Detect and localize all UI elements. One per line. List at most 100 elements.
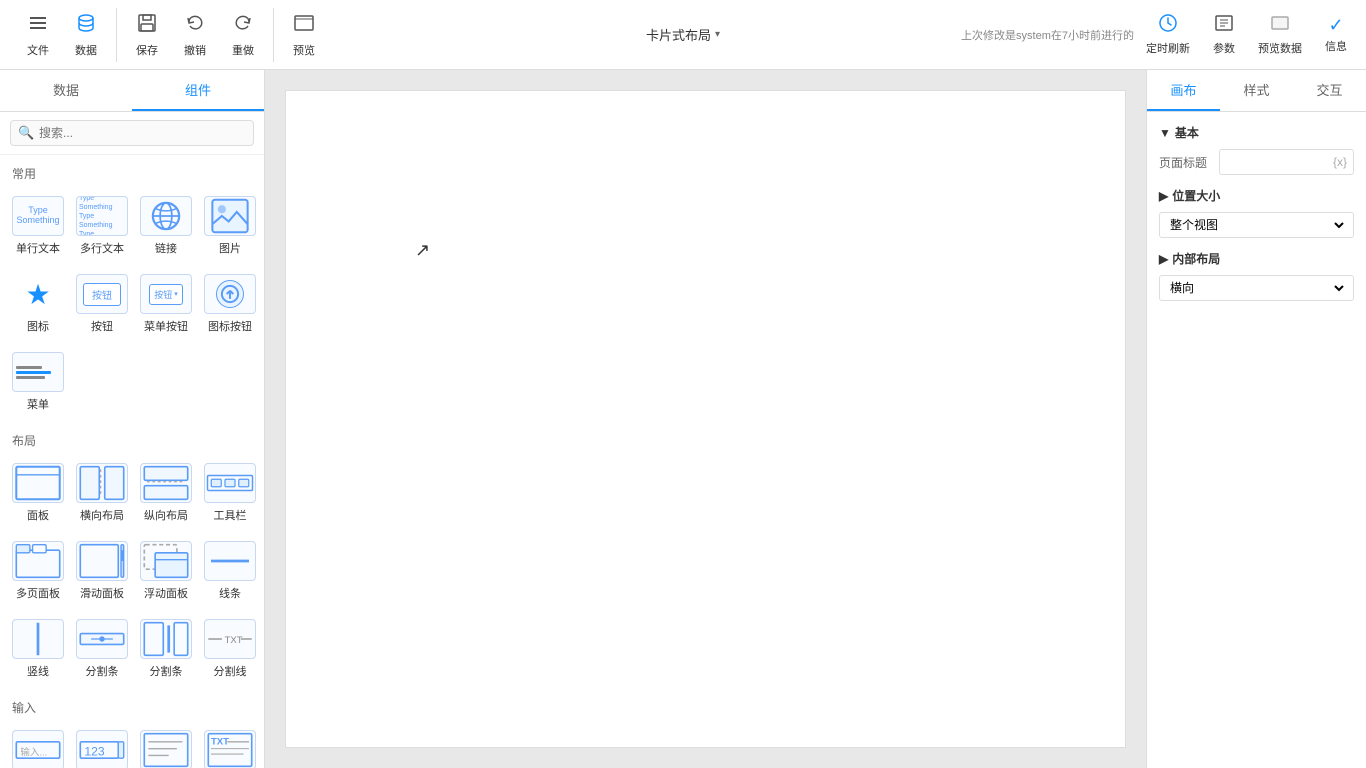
multi-panel-icon [12, 541, 64, 581]
preview-data-button[interactable]: 预览数据 [1250, 9, 1310, 60]
redo-button[interactable]: 重做 [221, 8, 265, 62]
page-title-value[interactable]: {x} [1219, 149, 1354, 175]
float-panel-icon [140, 541, 192, 581]
comp-multi-panel[interactable]: 多页面板 [8, 533, 68, 607]
split-bar-icon [76, 619, 128, 659]
comp-image[interactable]: 图片 [200, 188, 260, 262]
page-title[interactable]: 卡片式布局 ▾ [646, 25, 720, 44]
comp-multiline-input[interactable]: 多行输入 [136, 722, 196, 768]
comp-vline[interactable]: 竖线 [8, 611, 68, 685]
canvas-inner[interactable] [285, 90, 1126, 748]
section-basic-title[interactable]: ▼ 基本 [1159, 124, 1354, 141]
undo-icon [184, 12, 206, 40]
section-inner-layout-title[interactable]: ▶ 内部布局 [1159, 250, 1354, 267]
layout-grid: 面板 横向布局 [8, 455, 256, 607]
comp-multi-text[interactable]: A Type Something Type Something Type Som… [72, 188, 132, 262]
comp-icon[interactable]: ★ 图标 [8, 266, 68, 340]
comp-split-line[interactable]: TXT 分割线 [200, 611, 260, 685]
params-button[interactable]: 参数 [1202, 9, 1246, 60]
comp-h-layout[interactable]: 横向布局 [72, 455, 132, 529]
section-position: ▶ 位置大小 整个视图 固定大小 自适应 [1159, 187, 1354, 238]
comp-label-split-strip: 分割条 [150, 663, 183, 679]
inner-layout-select-wrapper[interactable]: 横向 纵向 自由 [1159, 275, 1354, 301]
comp-label-float-panel: 浮动面板 [144, 585, 188, 601]
info-button[interactable]: ✓ 信息 [1314, 11, 1358, 58]
comp-float-panel[interactable]: 浮动面板 [136, 533, 196, 607]
file-icon [27, 12, 49, 40]
comp-label-scroll-panel: 滑动面板 [80, 585, 124, 601]
link-icon [140, 196, 192, 236]
multiline-input-icon [140, 730, 192, 768]
prop-row-page-title: 页面标题 {x} [1159, 149, 1354, 175]
position-select-wrapper[interactable]: 整个视图 固定大小 自适应 [1159, 212, 1354, 238]
comp-v-layout[interactable]: 纵向布局 [136, 455, 196, 529]
section-title-input: 输入 [8, 689, 256, 722]
main-layout: 数据 组件 🔍 常用 Type Something 单行文本 [0, 70, 1366, 768]
menu-button-icon: 按钮 ▾ [140, 274, 192, 314]
tab-interaction[interactable]: 交互 [1293, 70, 1366, 111]
comp-text-input[interactable]: 输入... 文本输入 [8, 722, 68, 768]
comp-richtext-input[interactable]: TXT 富文本输 [200, 722, 260, 768]
page-title-icon: {x} [1333, 155, 1347, 169]
section-basic-label: 基本 [1175, 124, 1199, 141]
tab-canvas[interactable]: 画布 [1147, 70, 1220, 111]
auto-refresh-button[interactable]: 定时刷新 [1138, 9, 1198, 60]
search-input[interactable] [10, 120, 254, 146]
image-icon [204, 196, 256, 236]
richtext-input-icon: TXT [204, 730, 256, 768]
file-button[interactable]: 文件 [16, 8, 60, 62]
right-panel: 画布 样式 交互 ▼ 基本 页面标题 {x} [1146, 70, 1366, 768]
comp-menu[interactable]: 菜单 [8, 344, 68, 418]
single-text-icon: Type Something [12, 196, 64, 236]
icon-star-icon: ★ [12, 274, 64, 314]
undo-button[interactable]: 撤销 [173, 8, 217, 62]
toolbar-save-group: 保存 撤销 重做 [116, 8, 273, 62]
svg-text:输入...: 输入... [20, 746, 47, 758]
split-line-icon: TXT [204, 619, 256, 659]
section-basic-triangle: ▼ [1159, 126, 1171, 140]
tab-components[interactable]: 组件 [132, 70, 264, 111]
components-list: 常用 Type Something 单行文本 A Type Something [0, 155, 264, 768]
comp-icon-button[interactable]: 图标按钮 [200, 266, 260, 340]
scroll-panel-icon [76, 541, 128, 581]
h-layout-icon [76, 463, 128, 503]
comp-number-input[interactable]: 123 数值输入 [72, 722, 132, 768]
prop-row-position: 整个视图 固定大小 自适应 [1159, 212, 1354, 238]
comp-split-bar[interactable]: 分割条 [72, 611, 132, 685]
comp-label-menu: 菜单 [27, 396, 49, 412]
section-position-title[interactable]: ▶ 位置大小 [1159, 187, 1354, 204]
comp-label-vline: 竖线 [27, 663, 49, 679]
comp-panel[interactable]: 面板 [8, 455, 68, 529]
comp-split-strip[interactable]: 分割条 [136, 611, 196, 685]
tab-style[interactable]: 样式 [1220, 70, 1293, 111]
section-title-common: 常用 [8, 155, 256, 188]
search-box: 🔍 [0, 112, 264, 155]
position-select[interactable]: 整个视图 固定大小 自适应 [1166, 217, 1347, 233]
comp-menu-button[interactable]: 按钮 ▾ 菜单按钮 [136, 266, 196, 340]
comp-link[interactable]: 链接 [136, 188, 196, 262]
preview-button[interactable]: 预览 [282, 8, 326, 62]
toolbar-preview-group: 预览 [273, 8, 334, 62]
preview-label: 预览 [293, 42, 315, 58]
preview-data-icon [1270, 13, 1290, 38]
comp-single-text[interactable]: Type Something 单行文本 [8, 188, 68, 262]
comp-toolbar[interactable]: 工具栏 [200, 455, 260, 529]
comp-label-icon: 图标 [27, 318, 49, 334]
canvas: ↗ [265, 70, 1146, 768]
section-basic: ▼ 基本 页面标题 {x} [1159, 124, 1354, 175]
comp-label-toolbar: 工具栏 [214, 507, 247, 523]
search-icon: 🔍 [18, 125, 34, 141]
comp-label-multi-panel: 多页面板 [16, 585, 60, 601]
comp-label-menu-button: 菜单按钮 [144, 318, 188, 334]
comp-button[interactable]: 按钮 按钮 [72, 266, 132, 340]
data-button[interactable]: 数据 [64, 8, 108, 62]
comp-scroll-panel[interactable]: 滑动面板 [72, 533, 132, 607]
last-modified-text: 上次修改是system在7小时前进行的 [961, 27, 1134, 43]
save-button[interactable]: 保存 [125, 8, 169, 62]
tab-data[interactable]: 数据 [0, 70, 132, 111]
vline-icon [12, 619, 64, 659]
inner-layout-select[interactable]: 横向 纵向 自由 [1166, 280, 1347, 296]
comp-label-button: 按钮 [91, 318, 113, 334]
comp-line[interactable]: 线条 [200, 533, 260, 607]
preview-icon [293, 12, 315, 40]
